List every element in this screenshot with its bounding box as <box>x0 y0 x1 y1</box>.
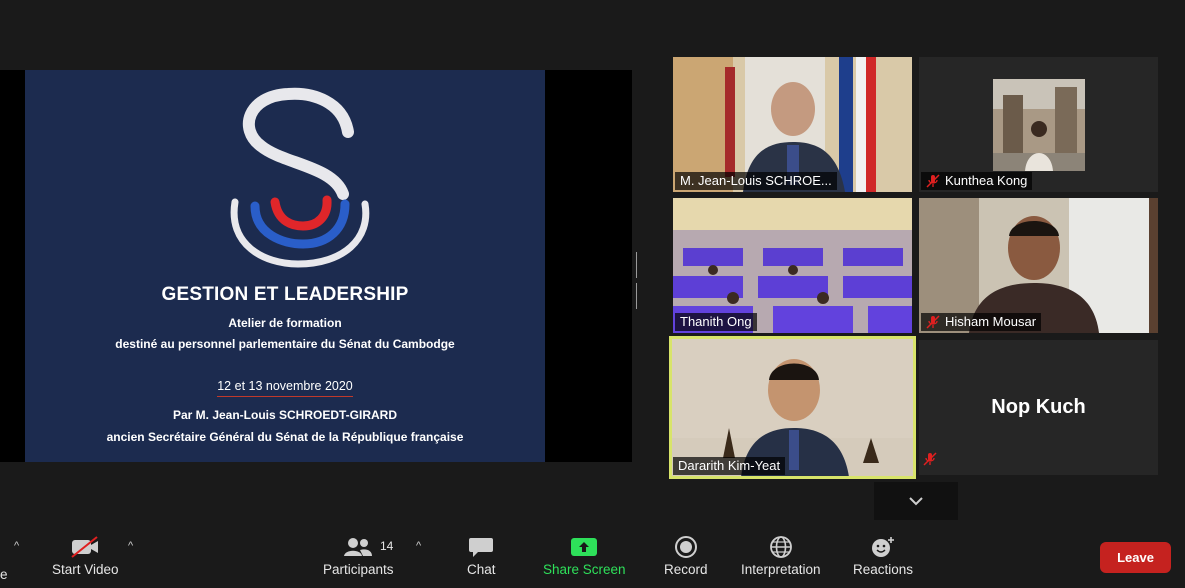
slide-subtitle-2: destiné au personnel parlementaire du Sé… <box>115 337 455 351</box>
share-screen-button[interactable]: Share Screen <box>543 536 626 577</box>
video-tile-active-speaker[interactable]: Dararith Kim-Yeat <box>669 336 916 479</box>
video-tile[interactable]: Kunthea Kong <box>919 57 1158 192</box>
share-screen-label: Share Screen <box>543 562 626 577</box>
globe-icon <box>769 536 792 558</box>
reactions-label: Reactions <box>853 562 914 577</box>
participant-name: Hisham Mousar <box>945 314 1037 329</box>
next-gallery-page-button[interactable] <box>874 482 958 520</box>
video-tile-no-video[interactable]: Nop Kuch <box>919 340 1158 475</box>
emoji-add-icon <box>872 537 895 557</box>
participant-name-label: Kunthea Kong <box>921 172 1033 190</box>
slide-subtitle: Atelier de formation <box>228 316 342 330</box>
participant-name: Kunthea Kong <box>945 173 1028 188</box>
mic-muted-icon <box>923 452 937 466</box>
chat-icon <box>469 538 494 557</box>
record-icon <box>674 536 697 558</box>
chevron-down-icon <box>909 497 923 506</box>
video-tile[interactable]: Thanith Ong <box>673 198 912 333</box>
participant-name: Dararith Kim-Yeat <box>678 458 781 473</box>
participants-count: 14 <box>380 539 394 553</box>
slide-presenter-role: ancien Secrétaire Général du Sénat de la… <box>106 430 464 444</box>
video-tile[interactable]: Hisham Mousar <box>919 198 1158 333</box>
interpretation-label: Interpretation <box>741 562 821 577</box>
leave-button[interactable]: Leave <box>1100 542 1171 573</box>
chat-label: Chat <box>467 562 496 577</box>
panel-splitter-handle[interactable] <box>636 252 640 309</box>
participant-name-label: Thanith Ong <box>675 313 757 331</box>
audio-options-caret[interactable]: ^ <box>14 540 19 552</box>
shared-screen: GESTION ET LEADERSHIP Atelier de formati… <box>0 70 632 462</box>
participant-name: Thanith Ong <box>680 314 752 329</box>
slide-date-text: 12 et 13 novembre 2020 <box>217 379 353 397</box>
interpretation-button[interactable]: Interpretation <box>741 536 821 577</box>
mic-muted-icon <box>926 173 940 188</box>
video-tile[interactable]: M. Jean-Louis SCHROE... <box>673 57 912 192</box>
participants-options-caret[interactable]: ^ <box>416 540 421 552</box>
participant-name-label: Hisham Mousar <box>921 313 1042 331</box>
mic-status <box>923 452 937 471</box>
video-options-caret[interactable]: ^ <box>128 540 133 552</box>
record-label: Record <box>664 562 708 577</box>
participants-label: Participants <box>323 562 394 577</box>
slide-date: 12 et 13 novembre 2020 <box>25 379 545 397</box>
participant-name: M. Jean-Louis SCHROE... <box>680 173 832 188</box>
record-button[interactable]: Record <box>664 536 708 577</box>
presentation-slide: GESTION ET LEADERSHIP Atelier de formati… <box>25 70 545 462</box>
slide-title: GESTION ET LEADERSHIP <box>161 284 409 305</box>
toolbar-cutoff-label[interactable]: e <box>0 567 8 582</box>
senate-s-logo <box>230 87 370 268</box>
share-screen-icon <box>571 538 598 556</box>
chat-button[interactable]: Chat <box>467 536 496 577</box>
participant-display-name: Nop Kuch <box>991 396 1086 418</box>
start-video-label: Start Video <box>52 562 119 577</box>
participant-name-label: Dararith Kim-Yeat <box>673 457 786 475</box>
participant-name-label: M. Jean-Louis SCHROE... <box>675 172 837 190</box>
slide-presenter: Par M. Jean-Louis SCHROEDT-GIRARD <box>172 408 398 422</box>
video-off-icon <box>71 536 99 558</box>
start-video-button[interactable]: Start Video <box>52 536 119 577</box>
mic-muted-icon <box>926 314 940 329</box>
reactions-button[interactable]: Reactions <box>853 536 913 577</box>
participants-icon <box>344 538 373 556</box>
